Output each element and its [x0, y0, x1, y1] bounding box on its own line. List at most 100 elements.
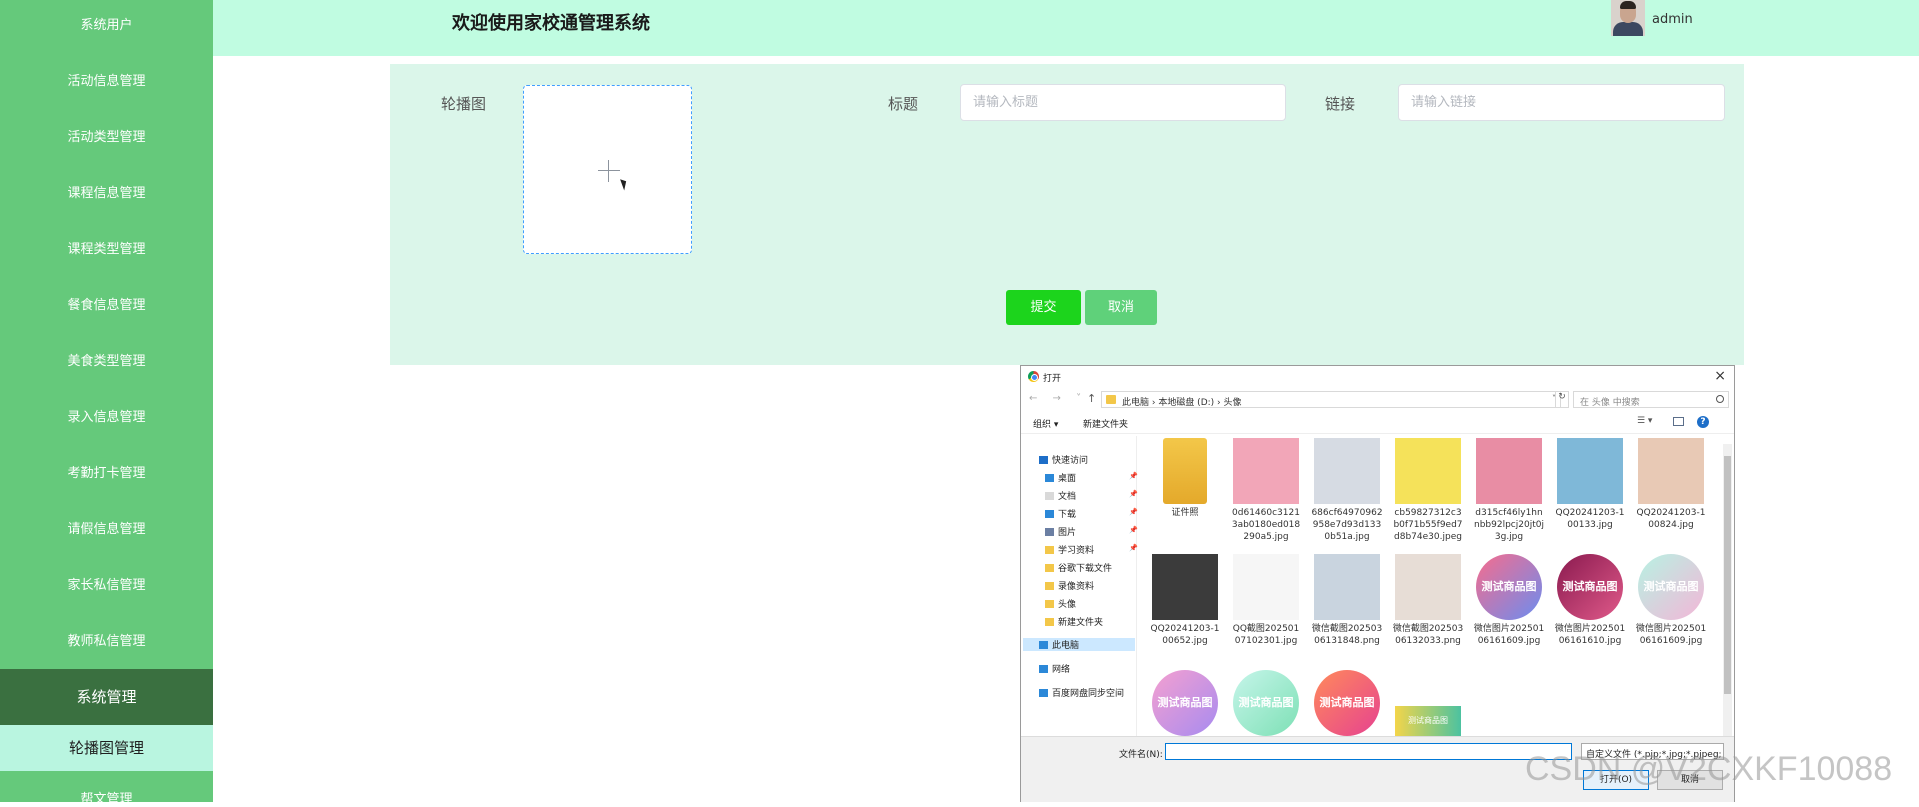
sidebar-item[interactable]: 请假信息管理: [0, 518, 213, 537]
file-item[interactable]: 微信截图20250306132033.png: [1392, 554, 1464, 647]
sidebar-item[interactable]: 美食类型管理: [0, 350, 213, 369]
new-folder-button[interactable]: 新建文件夹: [1083, 417, 1128, 430]
avatar[interactable]: [1611, 0, 1645, 36]
submit-button[interactable]: 提交: [1006, 290, 1081, 325]
file-item[interactable]: 测试商品图: [1392, 670, 1464, 736]
pin-icon: 📌: [1129, 508, 1138, 516]
sidebar-item[interactable]: 课程信息管理: [0, 182, 213, 201]
view-options-icon[interactable]: ☰ ▾: [1637, 416, 1652, 426]
tree-item[interactable]: 谷歌下载文件: [1045, 561, 1112, 574]
search-icon: [1716, 395, 1724, 403]
sidebar-item[interactable]: 家长私信管理: [0, 574, 213, 593]
file-name: 证件照: [1171, 508, 1199, 518]
folder-icon: [1045, 618, 1054, 626]
back-forward-icon[interactable]: ← → ˅: [1029, 393, 1087, 404]
file-item[interactable]: cb59827312c3b0f71b55f9ed7d8b74e30.jpeg: [1392, 438, 1464, 543]
filename-input[interactable]: [1165, 743, 1572, 760]
preview-pane-icon[interactable]: [1673, 417, 1684, 426]
image-thumbnail: [1233, 554, 1299, 620]
dialog-search[interactable]: 在 头像 中搜索: [1573, 391, 1729, 408]
tree-item-label: 图片: [1058, 528, 1077, 538]
file-item[interactable]: QQ20241203-100824.jpg: [1635, 438, 1707, 531]
image-thumbnail: [1314, 554, 1380, 620]
filename-label: 文件名(N):: [1119, 750, 1163, 760]
sidebar-item-banner-management[interactable]: 轮播图管理: [0, 725, 213, 771]
dialog-toolbar: 组织 ▾ 新建文件夹 ☰ ▾ ?: [1021, 412, 1734, 434]
pin-icon: 📌: [1129, 544, 1138, 552]
tree-item-label: 桌面: [1058, 474, 1077, 484]
sidebar: 系统用户活动信息管理 活动类型管理 课程信息管理 课程类型管理 餐食信息管理 美食类型管理…: [0, 0, 213, 807]
folder-icon: [1106, 395, 1116, 404]
tree-item[interactable]: 快速访问: [1039, 453, 1088, 466]
file-open-dialog: 打开 × ← → ˅ ↑ 此电脑 › 本地磁盘 (D:) › 头像 ˅ ↻ 在 …: [1020, 365, 1735, 802]
tree-item[interactable]: 文档: [1045, 489, 1076, 502]
image-thumbnail: [1152, 554, 1218, 620]
file-name: 686cf64970962958e7d93d1330b51a.jpg: [1311, 508, 1383, 542]
cancel-button[interactable]: 取消: [1085, 290, 1157, 325]
tree-item[interactable]: 学习资料: [1045, 543, 1094, 556]
tree-item[interactable]: 下载: [1045, 507, 1076, 520]
file-item[interactable]: 测试商品图 微信图片20250106161609.jpg: [1473, 554, 1545, 647]
tree-item-label: 下载: [1058, 510, 1077, 520]
file-item[interactable]: 测试商品图: [1149, 670, 1221, 736]
tree-item[interactable]: 百度网盘同步空间: [1039, 686, 1124, 699]
tree-item[interactable]: 此电脑: [1023, 638, 1135, 651]
navigation-tree: 快速访问 桌面 📌 文档 📌 下载 📌 图片 📌 学习资料 📌 谷歌下载文件 录像资料 头像 新建文件夹 此电…: [1021, 436, 1138, 736]
image-uploader[interactable]: [523, 85, 692, 254]
tree-item[interactable]: 新建文件夹: [1045, 615, 1103, 628]
file-item[interactable]: 686cf64970962958e7d93d1330b51a.jpg: [1311, 438, 1383, 543]
file-item[interactable]: d315cf46ly1hnnbb92lpcj20jt0j3g.jpg: [1473, 438, 1545, 543]
up-arrow-icon[interactable]: ↑: [1087, 392, 1096, 405]
sidebar-item[interactable]: 系统用户: [0, 14, 213, 33]
link-input[interactable]: [1398, 84, 1725, 121]
file-item[interactable]: 测试商品图: [1311, 670, 1383, 736]
dialog-title: 打开: [1043, 374, 1062, 384]
help-icon[interactable]: ?: [1697, 416, 1709, 428]
sidebar-item[interactable]: 活动信息管理: [0, 70, 213, 89]
tree-item[interactable]: 桌面: [1045, 471, 1076, 484]
link-label: 链接: [1325, 95, 1356, 113]
file-item[interactable]: 微信截图20250306131848.png: [1311, 554, 1383, 647]
username[interactable]: admin: [1652, 12, 1693, 27]
organize-menu[interactable]: 组织 ▾: [1033, 417, 1058, 430]
folder-icon: [1045, 600, 1054, 608]
tree-item[interactable]: 网络: [1039, 662, 1070, 675]
chrome-icon: [1028, 371, 1039, 382]
address-bar[interactable]: 此电脑 › 本地磁盘 (D:) › 头像 ˅: [1101, 391, 1561, 408]
tree-item-label: 百度网盘同步空间: [1052, 689, 1125, 699]
image-thumbnail: 测试商品图: [1476, 554, 1542, 620]
sidebar-group-system[interactable]: 系统管理: [0, 669, 213, 725]
close-icon[interactable]: ×: [1714, 368, 1726, 384]
sidebar-item[interactable]: 课程类型管理: [0, 238, 213, 257]
tree-item-label: 此电脑: [1052, 641, 1080, 651]
refresh-icon[interactable]: ↻: [1555, 391, 1569, 408]
address-path: 此电脑 › 本地磁盘 (D:) › 头像: [1122, 398, 1242, 408]
file-item[interactable]: QQ20241203-100133.jpg: [1554, 438, 1626, 531]
top-header: 欢迎使用家校通管理系统 admin: [213, 0, 1919, 56]
tree-item[interactable]: 头像: [1045, 597, 1076, 610]
file-item[interactable]: 0d61460c31213ab0180ed018290a5.jpg: [1230, 438, 1302, 543]
sidebar-item-cut[interactable]: 帮文管理: [0, 788, 213, 807]
file-item[interactable]: 证件照: [1149, 438, 1221, 519]
banner-label: 轮播图: [441, 95, 487, 113]
file-item[interactable]: QQ20241203-100652.jpg: [1149, 554, 1221, 647]
file-item[interactable]: 测试商品图 微信图片20250106161609.jpg: [1635, 554, 1707, 647]
tree-item[interactable]: 录像资料: [1045, 579, 1094, 592]
image-thumbnail: 测试商品图: [1233, 670, 1299, 736]
file-grid: 证件照 0d61460c31213ab0180ed018290a5.jpg 686c…: [1141, 436, 1721, 736]
desktop-icon: [1045, 474, 1054, 482]
file-name: 微信图片20250106161610.jpg: [1554, 624, 1626, 646]
sidebar-item[interactable]: 考勤打卡管理: [0, 462, 213, 481]
title-input[interactable]: [960, 84, 1286, 121]
scrollbar[interactable]: [1723, 444, 1732, 744]
sidebar-item[interactable]: 教师私信管理: [0, 630, 213, 649]
file-item[interactable]: 测试商品图 微信图片20250106161610.jpg: [1554, 554, 1626, 647]
pin-icon: 📌: [1129, 472, 1138, 480]
sidebar-item[interactable]: 录入信息管理: [0, 406, 213, 425]
file-item[interactable]: 测试商品图: [1230, 670, 1302, 736]
image-thumbnail: 测试商品图: [1314, 670, 1380, 736]
sidebar-item[interactable]: 活动类型管理: [0, 126, 213, 145]
sidebar-item[interactable]: 餐食信息管理: [0, 294, 213, 313]
file-item[interactable]: QQ截图20250107102301.jpg: [1230, 554, 1302, 647]
tree-item[interactable]: 图片: [1045, 525, 1076, 538]
